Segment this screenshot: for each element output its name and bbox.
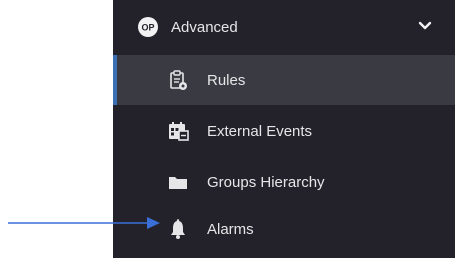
sidebar-item-rules[interactable]: Rules: [113, 55, 455, 105]
sidebar-item-label: External Events: [207, 122, 313, 140]
sidebar-item-groups-hierarchy[interactable]: Groups Hierarchy: [113, 158, 455, 206]
sidebar-item-label: Rules: [207, 71, 246, 89]
advanced-badge-text: OP: [141, 23, 154, 33]
sidebar-item-label: Alarms: [207, 220, 254, 238]
bell-icon: [167, 218, 189, 240]
calendar-events-icon: [167, 120, 189, 142]
sidebar-item-external-events[interactable]: External Events: [113, 107, 455, 155]
annotation-arrow: [8, 217, 160, 229]
clipboard-gear-icon: [167, 69, 189, 91]
sidebar-item-label: Groups Hierarchy: [207, 173, 325, 191]
advanced-badge-icon: OP: [137, 16, 159, 38]
sidebar-section-label: Advanced: [171, 18, 238, 36]
sidebar-section-advanced[interactable]: OP Advanced: [113, 2, 455, 52]
chevron-down-icon[interactable]: [417, 18, 433, 34]
folder-icon: [167, 171, 189, 193]
